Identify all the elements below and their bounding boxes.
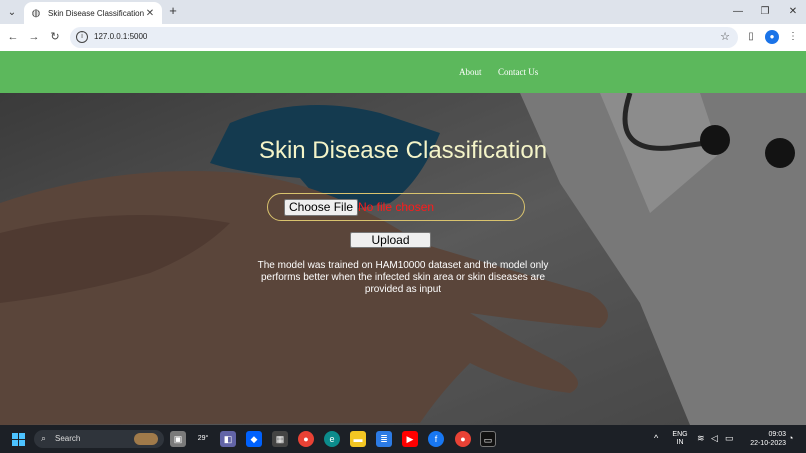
browser-toolbar: ← → ↻ i 127.0.0.1:5000 ☆ ▯ ● ⋮ bbox=[0, 24, 806, 51]
notification-icon[interactable]: ◔ bbox=[788, 434, 793, 443]
url-text[interactable]: 127.0.0.1:5000 bbox=[94, 32, 147, 41]
battery-icon[interactable]: ▭ bbox=[725, 434, 734, 443]
address-bar[interactable]: i 127.0.0.1:5000 ☆ bbox=[70, 27, 738, 48]
edge-icon[interactable]: e bbox=[324, 431, 340, 447]
search-icon: ⌕ bbox=[41, 433, 47, 443]
store-icon[interactable]: ▦ bbox=[272, 431, 288, 447]
no-file-chosen-text: No file chosen bbox=[358, 200, 435, 214]
nav-contact-link[interactable]: Contact Us bbox=[498, 67, 538, 77]
forward-icon[interactable]: → bbox=[27, 30, 41, 44]
facebook-icon[interactable]: f bbox=[428, 431, 444, 447]
youtube-icon[interactable]: ▶ bbox=[402, 431, 418, 447]
weather-widget-icon[interactable]: 29° bbox=[195, 431, 211, 447]
bookmark-star-icon[interactable]: ☆ bbox=[720, 30, 730, 43]
browser-tabstrip: ⌄ ◍ Skin Disease Classification ✕ + — ❐ … bbox=[0, 0, 806, 24]
menu-kebab-icon[interactable]: ⋮ bbox=[786, 30, 800, 44]
tab-title: Skin Disease Classification bbox=[48, 8, 144, 18]
nav-about-link[interactable]: About bbox=[459, 67, 482, 77]
notepad-icon[interactable]: ≣ bbox=[376, 431, 392, 447]
minimize-icon[interactable]: — bbox=[725, 4, 751, 20]
reload-icon[interactable]: ↻ bbox=[48, 30, 62, 44]
back-icon[interactable]: ← bbox=[6, 30, 20, 44]
restore-icon[interactable]: ❐ bbox=[752, 4, 778, 20]
task-view-icon[interactable]: ▣ bbox=[170, 431, 186, 447]
file-explorer-icon[interactable]: ▬ bbox=[350, 431, 366, 447]
taskbar-search-label: Search bbox=[55, 434, 81, 443]
tray-chevron-icon[interactable]: ^ bbox=[654, 434, 658, 443]
taskbar-search[interactable]: ⌕ Search bbox=[34, 430, 164, 448]
close-tab-icon[interactable]: ✕ bbox=[144, 8, 156, 19]
terminal-icon[interactable]: ▭ bbox=[480, 431, 496, 447]
browser-tab[interactable]: ◍ Skin Disease Classification ✕ bbox=[24, 2, 162, 24]
page-viewport: About Contact Us Skin Disease Classifica… bbox=[0, 51, 806, 425]
teams-icon[interactable]: ◧ bbox=[220, 431, 236, 447]
clock-date: 22-10-2023 bbox=[750, 440, 786, 447]
profile-avatar-icon[interactable]: ● bbox=[765, 30, 779, 44]
hero-section: Skin Disease Classification Choose File … bbox=[0, 93, 806, 425]
dropbox-icon[interactable]: ◆ bbox=[246, 431, 262, 447]
site-navbar: About Contact Us bbox=[0, 51, 806, 93]
chrome-icon[interactable]: ● bbox=[298, 431, 314, 447]
window-close-icon[interactable]: ✕ bbox=[780, 4, 806, 20]
upload-button[interactable]: Upload bbox=[350, 232, 431, 248]
model-description: The model was trained on HAM10000 datase… bbox=[257, 260, 549, 295]
search-highlight-icon bbox=[134, 433, 158, 445]
wifi-icon[interactable]: ≋ bbox=[697, 434, 705, 443]
language-indicator[interactable]: ENG IN bbox=[670, 431, 690, 447]
site-info-icon[interactable]: i bbox=[76, 31, 88, 43]
lang-line2: IN bbox=[676, 439, 684, 446]
taskbar-clock[interactable]: 09:03 22-10-2023 bbox=[746, 430, 786, 448]
tab-search-icon[interactable]: ⌄ bbox=[4, 4, 20, 20]
clock-time: 09:03 bbox=[768, 431, 786, 438]
globe-icon: ◍ bbox=[31, 7, 41, 19]
weather-temp: 29° bbox=[197, 435, 209, 442]
page-title: Skin Disease Classification bbox=[258, 137, 548, 164]
os-taskbar: ⌕ Search ▣ 29° ◧ ◆ ▦ ● e ▬ ≣ ▶ f ● ▭ ^ E… bbox=[0, 425, 806, 453]
lang-line1: ENG bbox=[672, 431, 688, 438]
chrome-active-icon[interactable]: ● bbox=[455, 431, 471, 447]
volume-icon[interactable]: ◁ bbox=[711, 434, 718, 443]
choose-file-button[interactable]: Choose File bbox=[284, 199, 359, 216]
new-tab-icon[interactable]: + bbox=[166, 4, 180, 18]
side-panel-icon[interactable]: ▯ bbox=[744, 30, 758, 44]
start-windows-icon[interactable] bbox=[12, 433, 25, 446]
file-upload-field[interactable]: Choose File No file chosen bbox=[267, 193, 525, 221]
